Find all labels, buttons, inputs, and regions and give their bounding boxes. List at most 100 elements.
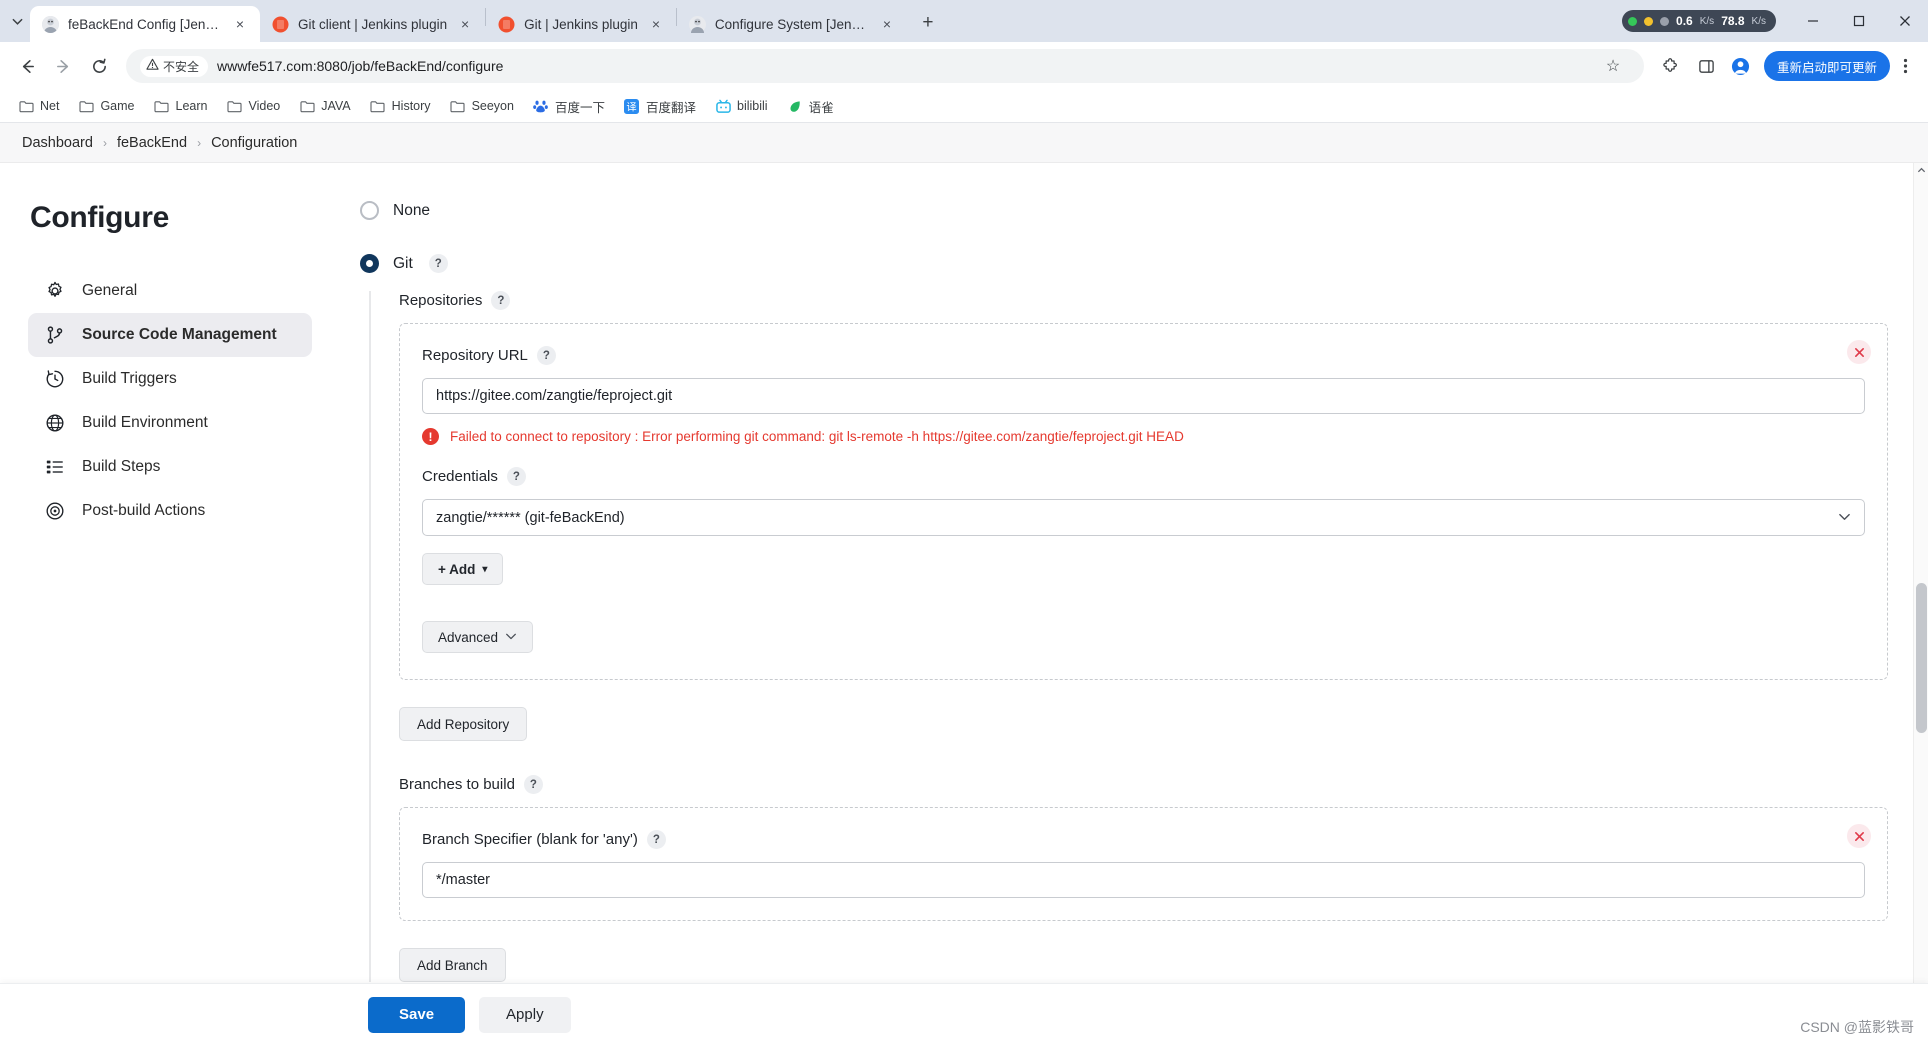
bookmark-item[interactable]: 译 百度翻译 bbox=[616, 93, 704, 120]
scrollbar-thumb[interactable] bbox=[1916, 583, 1927, 733]
bookmark-item[interactable]: bilibili bbox=[707, 94, 776, 118]
bookmark-item[interactable]: Learn bbox=[146, 94, 216, 118]
jenkins-icon bbox=[688, 15, 706, 33]
sidebar-item-build-triggers[interactable]: Build Triggers bbox=[28, 357, 312, 401]
close-icon[interactable]: × bbox=[647, 15, 665, 33]
credentials-label: Credentials bbox=[422, 468, 498, 485]
radio-git[interactable] bbox=[360, 254, 379, 273]
help-icon-credentials[interactable]: ? bbox=[506, 467, 526, 486]
tab-title: feBackEnd Config [Jenkins] bbox=[68, 16, 222, 32]
sidebar-item-post-build-actions[interactable]: Post-build Actions bbox=[28, 489, 312, 533]
url-text: wwwfe517.com:8080/job/feBackEnd/configur… bbox=[217, 58, 504, 74]
add-credentials-label: + Add bbox=[438, 561, 476, 577]
security-label: 不安全 bbox=[163, 59, 200, 74]
reload-button[interactable] bbox=[82, 49, 116, 83]
repo-url-input[interactable]: https://gitee.com/zangtie/feproject.git bbox=[422, 378, 1865, 414]
status-dot-gray bbox=[1660, 16, 1670, 26]
folder-icon bbox=[18, 98, 34, 114]
bookmark-item[interactable]: JAVA bbox=[291, 94, 358, 118]
close-icon[interactable]: × bbox=[231, 15, 249, 33]
browser-tab[interactable]: Git client | Jenkins plugin × bbox=[260, 6, 485, 42]
sidebar-item-build-steps[interactable]: Build Steps bbox=[28, 445, 312, 489]
tab-title: Configure System [Jenkins] bbox=[714, 16, 869, 32]
delete-branch-icon[interactable] bbox=[1847, 824, 1871, 848]
delete-repo-icon[interactable] bbox=[1847, 340, 1871, 364]
help-icon-branches[interactable]: ? bbox=[523, 775, 543, 794]
svg-text:译: 译 bbox=[627, 101, 637, 113]
branches-label-row: Branches to build ? bbox=[399, 775, 1888, 794]
folder-icon bbox=[450, 98, 466, 114]
bookmark-item[interactable]: Net bbox=[10, 94, 67, 118]
address-bar[interactable]: 不安全 wwwfe517.com:8080/job/feBackEnd/conf… bbox=[126, 49, 1644, 83]
upload-speed-value: 0.6 bbox=[1676, 14, 1693, 28]
breadcrumb-separator: › bbox=[102, 135, 107, 150]
bookmark-label: 语雀 bbox=[808, 100, 834, 115]
radio-none[interactable] bbox=[360, 201, 379, 220]
maximize-button[interactable] bbox=[1836, 0, 1882, 42]
credentials-label-row: Credentials ? bbox=[422, 467, 1865, 486]
baidu-translate-icon: 译 bbox=[624, 98, 640, 114]
sidebar-item-build-environment[interactable]: Build Environment bbox=[28, 401, 312, 445]
browser-tab[interactable]: Configure System [Jenkins] × bbox=[677, 6, 907, 42]
bookmark-star-icon[interactable]: ☆ bbox=[1596, 49, 1630, 83]
branch-specifier-input[interactable]: */master bbox=[422, 862, 1865, 898]
add-repository-button[interactable]: Add Repository bbox=[399, 707, 528, 741]
help-icon-repo-url[interactable]: ? bbox=[536, 346, 556, 365]
sidebar-item-label: Build Environment bbox=[82, 414, 208, 431]
bookmark-item[interactable]: 百度一下 bbox=[525, 93, 613, 120]
puzzle-icon[interactable] bbox=[1654, 49, 1688, 83]
close-icon[interactable]: × bbox=[456, 15, 474, 33]
advanced-label: Advanced bbox=[438, 629, 499, 645]
network-speed-widget[interactable]: 0.6 K/s 78.8 K/s bbox=[1622, 10, 1776, 32]
globe-icon bbox=[44, 412, 66, 434]
scroll-up-arrow[interactable] bbox=[1914, 163, 1928, 178]
page-scrollbar[interactable] bbox=[1913, 163, 1928, 1045]
minimize-button[interactable] bbox=[1790, 0, 1836, 42]
bookmark-item[interactable]: 语雀 bbox=[779, 93, 842, 120]
bookmark-item[interactable]: Game bbox=[70, 94, 142, 118]
apply-button[interactable]: Apply bbox=[479, 996, 571, 1033]
bookmark-item[interactable]: History bbox=[362, 94, 439, 118]
close-icon[interactable]: × bbox=[878, 15, 896, 33]
security-indicator[interactable]: 不安全 bbox=[140, 55, 209, 77]
scm-option-none[interactable]: None bbox=[360, 201, 1888, 220]
scm-option-git[interactable]: Git ? bbox=[360, 254, 1888, 273]
bookmark-label: Video bbox=[248, 99, 281, 113]
sidebar-item-source-code-management[interactable]: Source Code Management bbox=[28, 313, 312, 357]
breadcrumb-dashboard[interactable]: Dashboard bbox=[22, 135, 93, 151]
sidebar-item-label: Source Code Management bbox=[82, 326, 277, 343]
tab-title: Git client | Jenkins plugin bbox=[298, 16, 448, 32]
bookmark-item[interactable]: Seeyon bbox=[442, 94, 522, 118]
add-credentials-button[interactable]: + Add ▾ bbox=[422, 553, 504, 585]
browser-tab[interactable]: Git | Jenkins plugin × bbox=[486, 6, 676, 42]
close-window-button[interactable] bbox=[1882, 0, 1928, 42]
update-browser-button[interactable]: 重新启动即可更新 bbox=[1763, 51, 1890, 81]
tab-search-icon[interactable] bbox=[4, 0, 30, 42]
help-icon-branch-specifier[interactable]: ? bbox=[646, 830, 666, 849]
advanced-button[interactable]: Advanced bbox=[422, 621, 534, 653]
branch-icon bbox=[44, 324, 66, 346]
back-button[interactable] bbox=[10, 49, 44, 83]
bookmark-item[interactable]: Video bbox=[218, 94, 288, 118]
browser-toolbar: 不安全 wwwfe517.com:8080/job/feBackEnd/conf… bbox=[0, 42, 1928, 90]
sidebar-item-label: Build Steps bbox=[82, 458, 161, 475]
browser-tab[interactable]: feBackEnd Config [Jenkins] × bbox=[30, 6, 260, 42]
save-button[interactable]: Save bbox=[368, 996, 466, 1033]
side-panel-icon[interactable] bbox=[1690, 49, 1724, 83]
window-controls-area: 0.6 K/s 78.8 K/s bbox=[1622, 0, 1928, 42]
help-icon-git[interactable]: ? bbox=[428, 254, 448, 273]
breadcrumb-febackend[interactable]: feBackEnd bbox=[117, 135, 187, 151]
kebab-menu-icon[interactable] bbox=[1892, 49, 1918, 83]
help-icon-repositories[interactable]: ? bbox=[491, 291, 511, 310]
credentials-select[interactable]: zangtie/****** (git-feBackEnd) bbox=[422, 499, 1865, 536]
breadcrumb-configuration[interactable]: Configuration bbox=[211, 135, 297, 151]
sidebar-item-general[interactable]: General bbox=[28, 269, 312, 313]
forward-button[interactable] bbox=[46, 49, 80, 83]
account-icon[interactable] bbox=[1726, 51, 1756, 81]
omnibox-actions: ☆ bbox=[1596, 49, 1630, 83]
repositories-label-row: Repositories ? bbox=[399, 291, 1888, 310]
bookmark-label: 百度翻译 bbox=[645, 100, 696, 115]
new-tab-button[interactable]: + bbox=[913, 8, 943, 38]
repo-url-label: Repository URL bbox=[422, 347, 528, 364]
add-branch-button[interactable]: Add Branch bbox=[399, 948, 506, 982]
